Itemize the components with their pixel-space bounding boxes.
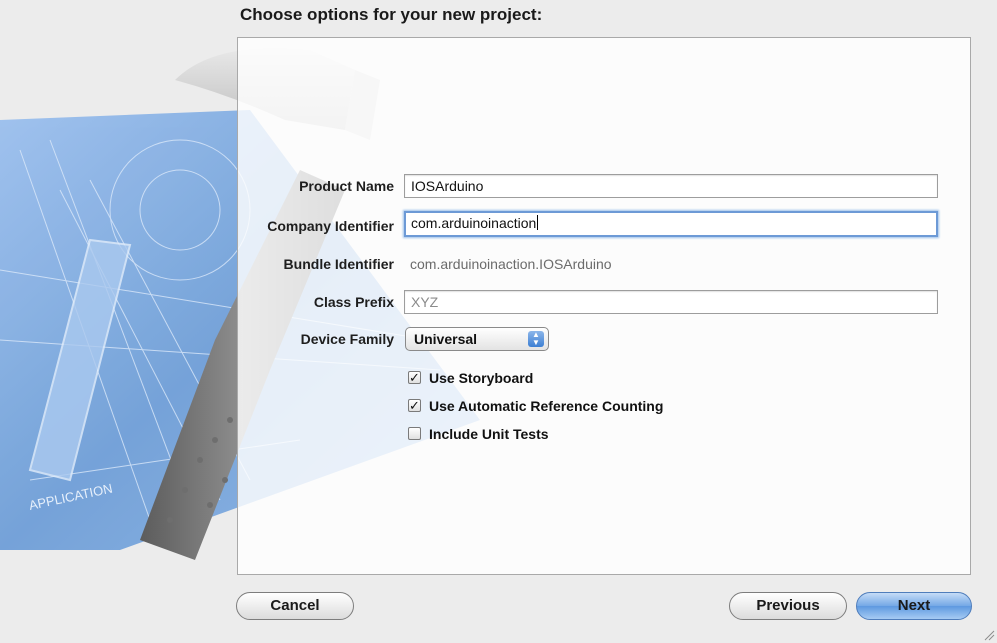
- company-identifier-label: Company Identifier: [267, 218, 394, 234]
- use-storyboard-label: Use Storyboard: [429, 370, 534, 386]
- bundle-identifier-label: Bundle Identifier: [283, 256, 394, 272]
- class-prefix-label: Class Prefix: [313, 294, 394, 310]
- class-prefix-field[interactable]: XYZ: [404, 290, 938, 314]
- class-prefix-placeholder: XYZ: [411, 294, 439, 310]
- device-family-value: Universal: [414, 331, 478, 347]
- previous-button[interactable]: Previous: [729, 592, 847, 620]
- checkmark-icon: ✓: [408, 398, 421, 413]
- next-button[interactable]: Next: [856, 592, 972, 620]
- device-family-popup[interactable]: Universal ▲ ▼: [405, 327, 549, 351]
- company-identifier-field[interactable]: com.arduinoinaction: [404, 211, 938, 237]
- checkmark-icon: ✓: [408, 370, 421, 385]
- use-arc-label: Use Automatic Reference Counting: [429, 398, 664, 414]
- up-down-arrows-icon: ▲ ▼: [528, 331, 544, 347]
- company-identifier-value: com.arduinoinaction: [411, 215, 537, 231]
- empty-checkbox-icon: [408, 427, 421, 440]
- resize-grip-icon[interactable]: [983, 629, 995, 641]
- text-caret: [537, 215, 539, 230]
- product-name-value: IOSArduino: [411, 178, 484, 194]
- product-name-field[interactable]: IOSArduino: [404, 174, 938, 198]
- product-name-label: Product Name: [299, 178, 394, 194]
- include-unit-tests-label: Include Unit Tests: [429, 426, 549, 442]
- cancel-button[interactable]: Cancel: [236, 592, 354, 620]
- dialog-title: Choose options for your new project:: [240, 5, 543, 24]
- device-family-label: Device Family: [300, 331, 394, 347]
- bundle-identifier-value: com.arduinoinaction.IOSArduino: [410, 256, 612, 272]
